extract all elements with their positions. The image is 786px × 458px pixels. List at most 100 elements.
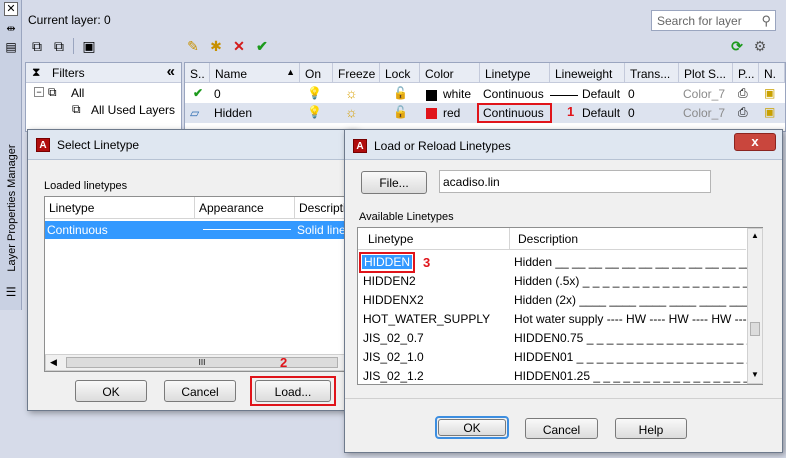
tree-collapse-icon[interactable]: − [34, 87, 44, 97]
column-header-linetype[interactable]: Linetype [480, 63, 550, 83]
linetype-description: Solid line [297, 223, 346, 237]
layer-row[interactable]: ✔ 0 💡 ☼ 🔓 white Continuous Default 0 Col… [185, 84, 785, 103]
linetype-row[interactable]: JIS_02_0.7 HIDDEN0.75 _ _ _ _ _ _ _ _ _ _… [360, 329, 748, 348]
cancel-button[interactable]: Cancel [525, 418, 598, 439]
auto-hide-icon[interactable]: ⇹ [4, 22, 18, 36]
layer-color-name[interactable]: red [443, 106, 460, 124]
sun-thawed-icon[interactable]: ☼ [345, 85, 358, 103]
scroll-thumb[interactable] [750, 322, 760, 336]
current-layer-label: Current layer: 0 [28, 13, 111, 27]
layer-transparency[interactable]: 0 [628, 106, 635, 124]
search-icon[interactable]: ⚲ [761, 13, 771, 29]
search-input[interactable]: Search for layer ⚲ [651, 10, 776, 31]
layer-row-selected[interactable]: ▱ Hidden 💡 ☼ 🔓 red Continuous 1 Default … [185, 103, 785, 123]
scroll-up-icon[interactable]: ▲ [751, 231, 759, 240]
step-3-label: 3 [423, 255, 431, 270]
ok-button[interactable]: OK [438, 419, 506, 436]
column-header-linetype[interactable]: Linetype [45, 197, 195, 219]
column-header-new-vp-freeze[interactable]: N. [759, 63, 785, 83]
palette-vertical-title: Layer Properties Manager [6, 144, 18, 272]
settings-wrench-icon[interactable]: ⚙ [751, 37, 769, 55]
tree-item-all-used-layers[interactable]: All Used Layers [91, 103, 175, 117]
palette-close-icon[interactable]: ✕ [4, 2, 18, 16]
layer-lineweight[interactable]: Default [582, 106, 620, 124]
printer-icon[interactable]: ⎙ [738, 105, 748, 123]
linetype-row-selected[interactable]: HIDDEN Hidden __ __ __ __ __ __ __ __ __ … [360, 253, 748, 272]
column-header-color[interactable]: Color [420, 63, 480, 83]
linetype-description: Hidden (2x) ____ ____ ____ ____ ____ ___… [514, 293, 748, 307]
scroll-thumb[interactable]: III [66, 357, 338, 368]
linetype-name: HOT_WATER_SUPPLY [363, 312, 491, 326]
linetype-row[interactable]: HIDDEN2 Hidden (.5x) _ _ _ _ _ _ _ _ _ _ … [360, 272, 748, 291]
close-icon[interactable]: x [734, 133, 776, 151]
unlock-icon[interactable]: 🔓 [393, 86, 408, 104]
layer-list: S.. Name ▲ On Freeze Lock Color Linetype … [184, 62, 786, 132]
column-header-lock[interactable]: Lock [380, 63, 420, 83]
set-current-icon[interactable]: ✔ [253, 37, 271, 55]
sun-thawed-icon[interactable]: ☼ [345, 104, 358, 122]
delete-layer-icon[interactable]: ✕ [230, 37, 248, 55]
vp-freeze-icon[interactable]: ▣ [764, 105, 775, 123]
collapse-filters-icon[interactable]: « [167, 63, 175, 80]
column-header-status[interactable]: S.. [185, 63, 210, 83]
scroll-down-icon[interactable]: ▼ [751, 370, 759, 379]
horizontal-scrollbar[interactable]: ◀ III [45, 354, 357, 371]
available-linetypes-label: Available Linetypes [359, 211, 454, 223]
linetype-row[interactable]: HOT_WATER_SUPPLY Hot water supply ---- HW… [360, 310, 748, 329]
linetype-description: Hot water supply ---- HW ---- HW ---- HW… [514, 312, 748, 326]
bulb-on-icon[interactable]: 💡 [307, 105, 322, 123]
ok-button[interactable]: OK [75, 380, 147, 402]
linetype-row[interactable]: JIS_02_1.2 HIDDEN01.25 _ _ _ _ _ _ _ _ _ … [360, 367, 748, 386]
linetype-name: HIDDEN2 [363, 274, 416, 288]
column-header-name[interactable]: Name ▲ [210, 63, 300, 83]
file-name-field[interactable]: acadiso.lin [439, 170, 711, 193]
new-layer-vp-frozen-icon[interactable]: ✱ [207, 37, 225, 55]
unlock-icon[interactable]: 🔓 [393, 105, 408, 123]
color-swatch[interactable] [426, 108, 437, 119]
column-header-appearance[interactable]: Appearance [195, 197, 295, 219]
file-button[interactable]: File... [361, 171, 427, 194]
select-linetype-dialog: A Select Linetype Loaded linetypes Linet… [27, 129, 359, 411]
column-header-lineweight[interactable]: Lineweight [550, 63, 625, 83]
bulb-on-icon[interactable]: 💡 [307, 86, 322, 104]
layer-states-icon[interactable]: ▣ [80, 37, 98, 55]
refresh-icon[interactable]: ⟳ [728, 37, 746, 55]
palette-side-strip: ✕ ⇹ ▤ Layer Properties Manager ☰ [0, 0, 22, 310]
properties-icon[interactable]: ▤ [4, 40, 18, 54]
layer-stack-icon: ☰ [5, 285, 17, 299]
new-group-filter-icon[interactable]: ⧉ [50, 37, 68, 55]
column-header-plot[interactable]: P... [733, 63, 759, 83]
linetype-row[interactable]: HIDDENX2 Hidden (2x) ____ ____ ____ ____ … [360, 291, 748, 310]
new-layer-icon[interactable]: ✎ [184, 37, 202, 55]
loaded-linetypes-label: Loaded linetypes [44, 180, 128, 192]
column-header-linetype[interactable]: Linetype [358, 228, 510, 250]
layer-plot-style: Color_7 [683, 106, 726, 120]
color-swatch[interactable] [426, 90, 437, 101]
printer-icon[interactable]: ⎙ [738, 86, 748, 104]
new-property-filter-icon[interactable]: ⧉ [28, 37, 46, 55]
lineweight-sample [550, 95, 578, 96]
column-header-freeze[interactable]: Freeze [333, 63, 380, 83]
filters-header: ⧗ Filters « [26, 63, 181, 83]
help-button[interactable]: Help [615, 418, 687, 439]
cancel-button[interactable]: Cancel [164, 380, 236, 402]
vertical-scrollbar[interactable]: ▲ ▼ [747, 228, 763, 384]
tree-item-all[interactable]: All [71, 86, 84, 100]
column-header-transparency[interactable]: Trans... [625, 63, 679, 83]
column-header-on[interactable]: On [300, 63, 333, 83]
layer-linetype[interactable]: Continuous [483, 106, 544, 124]
linetype-row[interactable]: JIS_02_1.0 HIDDEN01 _ _ _ _ _ _ _ _ _ _ _… [360, 348, 748, 367]
column-header-plot-style[interactable]: Plot S... [679, 63, 733, 83]
linetype-name: HIDDENX2 [363, 293, 424, 307]
scroll-left-icon[interactable]: ◀ [50, 357, 57, 368]
load-button[interactable]: Load... [255, 380, 331, 402]
layer-name[interactable]: Hidden [214, 106, 252, 124]
linetype-row-selected[interactable]: Continuous Solid line [45, 221, 357, 239]
toolbar-divider [73, 38, 74, 54]
available-linetypes-list: Linetype Description HIDDEN Hidden __ __ … [357, 227, 763, 385]
dialog-title: Load or Reload Linetypes [374, 139, 511, 153]
load-reload-linetypes-dialog: A Load or Reload Linetypes x File... aca… [344, 129, 783, 453]
vp-freeze-icon[interactable]: ▣ [764, 86, 775, 104]
column-header-description[interactable]: Description [510, 228, 746, 250]
linetype-description: HIDDEN0.75 _ _ _ _ _ _ _ _ _ _ _ _ _ _ _… [514, 331, 748, 345]
